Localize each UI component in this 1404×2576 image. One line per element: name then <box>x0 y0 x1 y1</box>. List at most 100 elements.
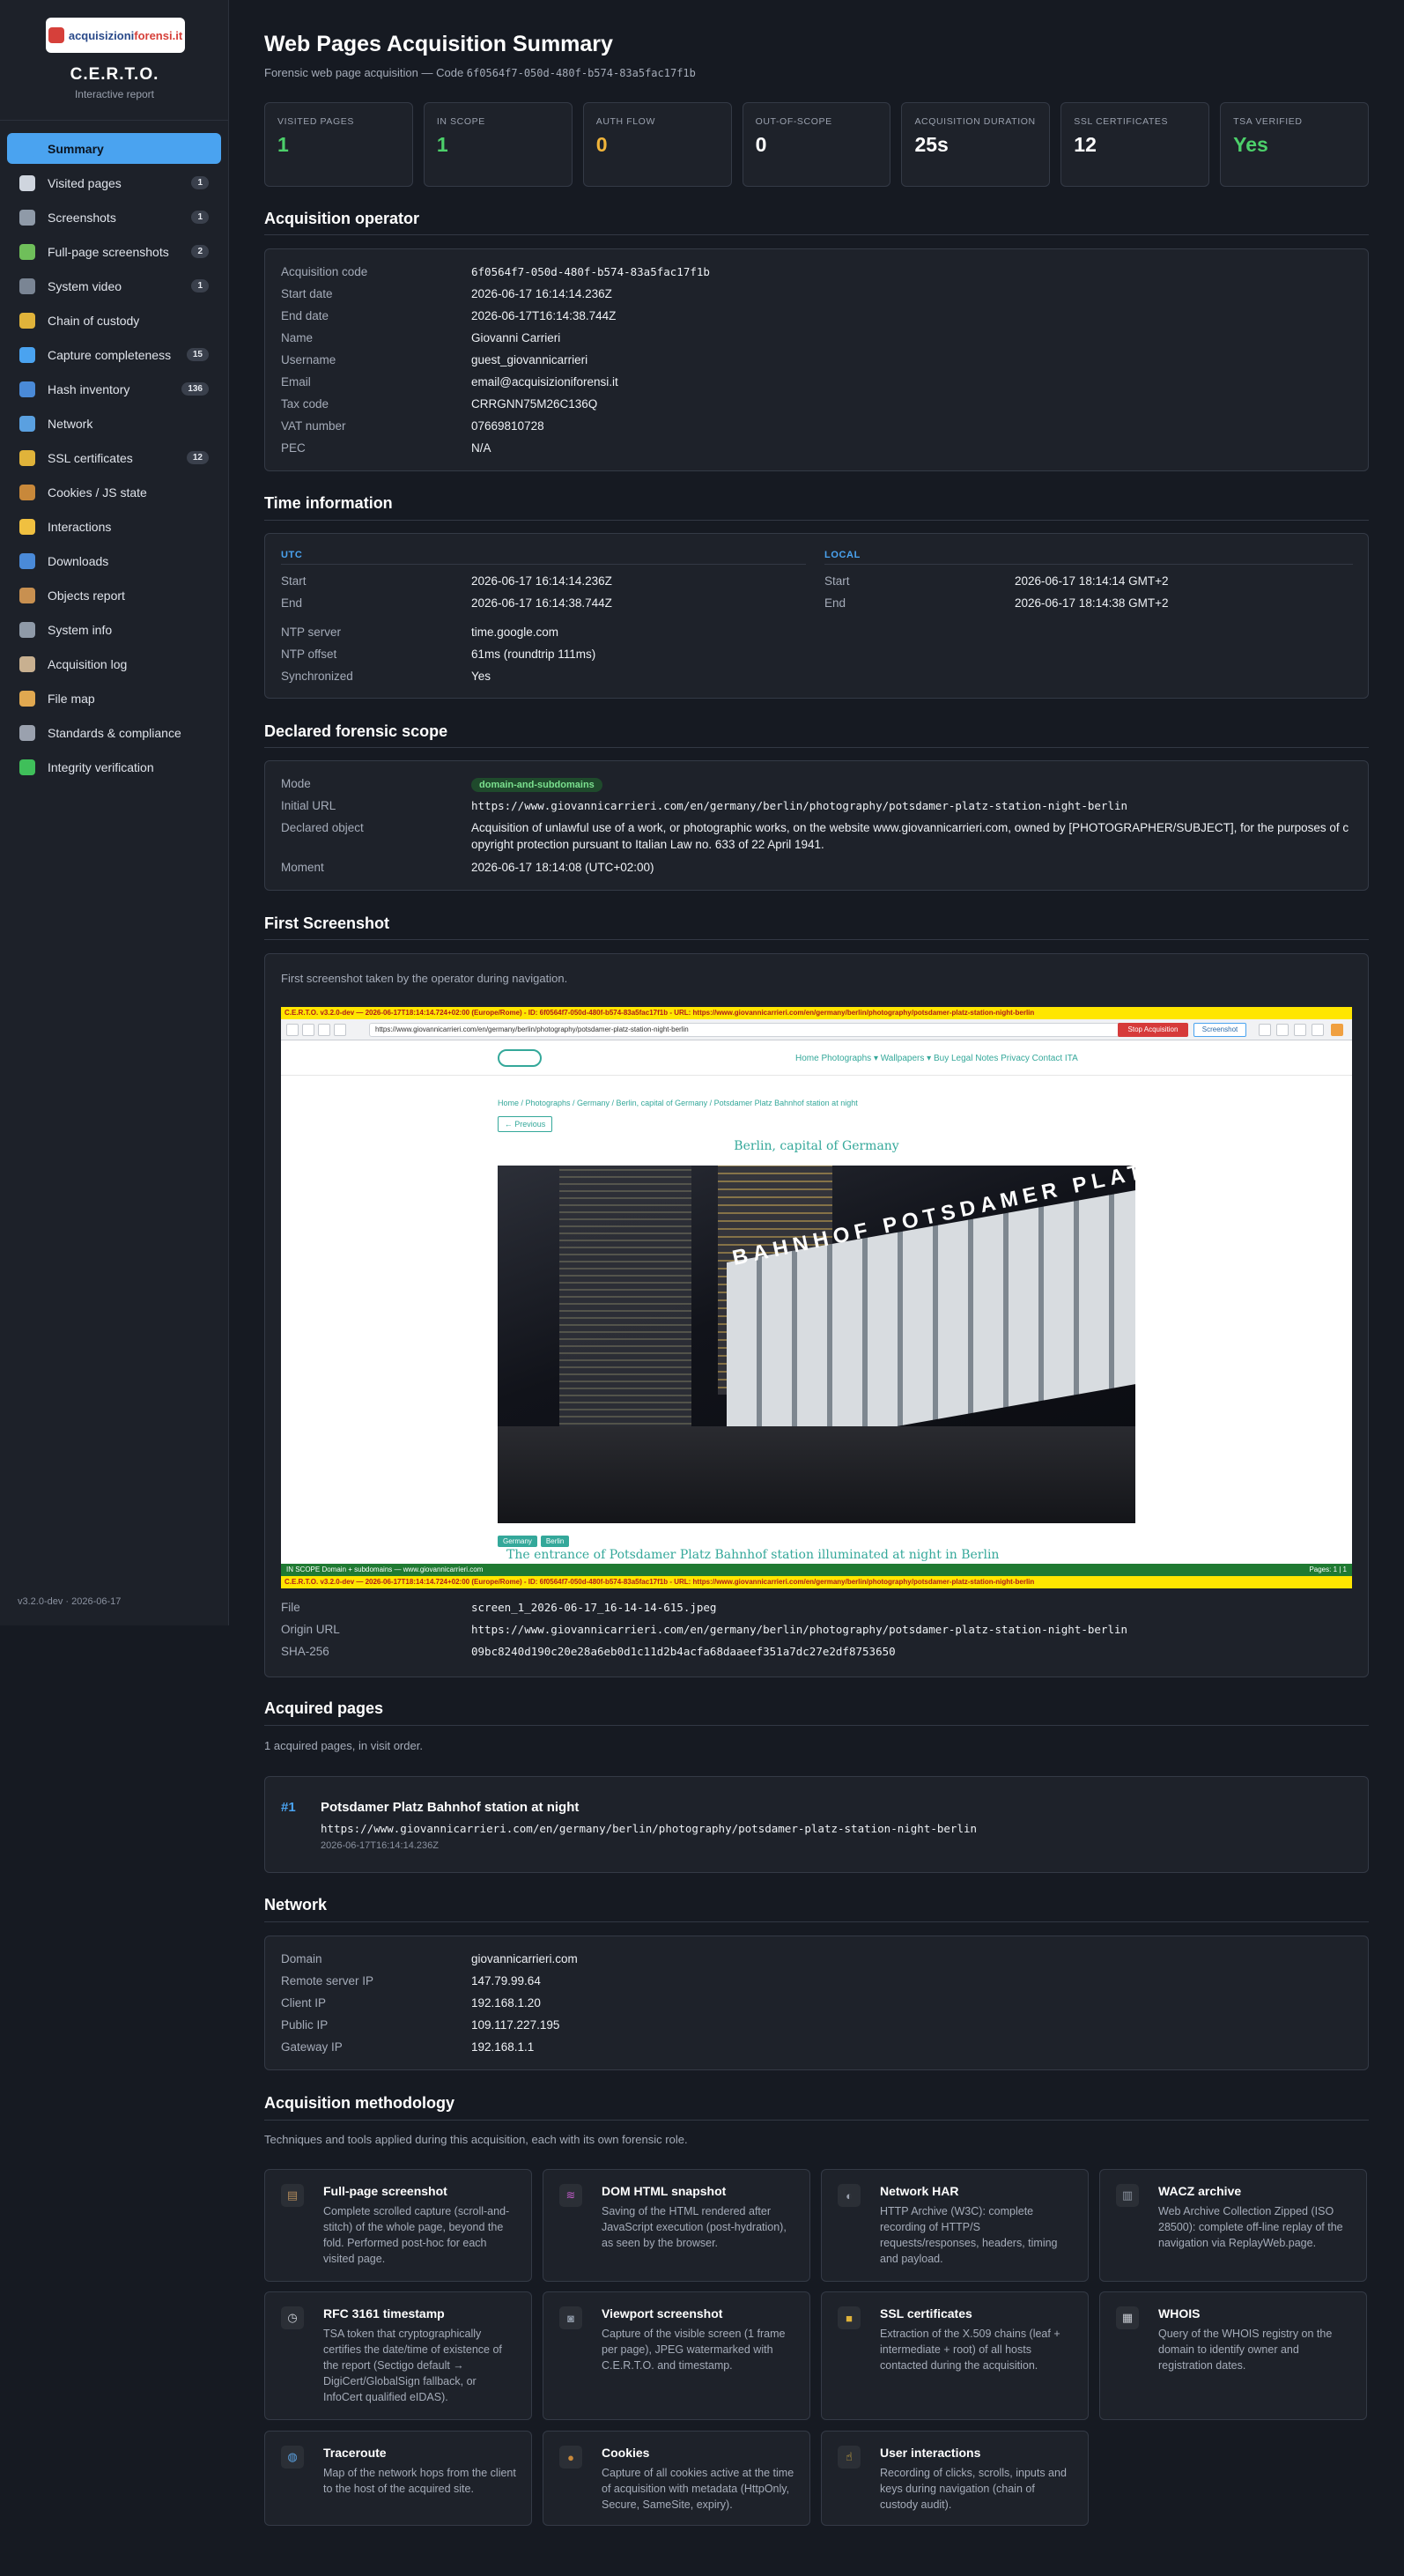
kv-value: 2026-06-17 18:14:38 GMT+2 <box>1015 596 1169 610</box>
stats-row: VISITED PAGES 1 IN SCOPE 1 AUTH FLOW 0 OUT-OF-… <box>264 102 1370 187</box>
site-tag: Germany <box>498 1536 537 1547</box>
count-badge: 1 <box>191 279 209 292</box>
sidebar-item-summary[interactable]: Summary <box>7 133 221 164</box>
sidebar-divider <box>0 120 229 121</box>
sidebar-item-standards-compliance[interactable]: Standards & compliance <box>7 717 221 748</box>
sidebar: acquisizioniforensi.it C.E.R.T.O. Intera… <box>0 0 229 1625</box>
kv-key: Start <box>281 574 307 588</box>
initial-url[interactable]: https://www.giovannicarrieri.com/en/germ… <box>471 799 1127 812</box>
sidebar-item-file-map[interactable]: File map <box>7 683 221 714</box>
globe-icon: ◍ <box>281 2446 304 2469</box>
local-column-header: LOCAL <box>824 550 861 560</box>
utc-column-header: UTC <box>281 550 303 560</box>
first-screenshot-card: First screenshot taken by the operator d… <box>264 953 1369 1677</box>
brand-logo: acquisizioniforensi.it <box>46 18 185 53</box>
camera-icon <box>19 209 35 226</box>
sidebar-item-interactions[interactable]: Interactions <box>7 511 221 542</box>
count-badge: 1 <box>191 176 209 189</box>
kv-key: NTP server <box>281 625 342 639</box>
sidebar-item-label: Objects report <box>48 588 125 603</box>
stat-card-acquisition-duration: ACQUISITION DURATION 25s <box>901 102 1051 187</box>
method-card-viewport-screenshot: ◙ Viewport screenshot Capture of the visib… <box>543 2291 810 2420</box>
screenshot-image[interactable]: C.E.R.T.O. v3.2.0-dev — 2026-06-17T18:14… <box>281 1007 1352 1588</box>
section-divider <box>264 520 1369 521</box>
kv-key: Domain <box>281 1952 322 1965</box>
method-desc: TSA token that cryptographically certifi… <box>323 2328 502 2403</box>
camera-icon: ◙ <box>559 2306 582 2329</box>
kv-value: 2026-06-17 18:14:14 GMT+2 <box>1015 574 1169 588</box>
site-caption: The entrance of Potsdamer Platz Bahnhof … <box>506 1548 1000 1562</box>
count-badge: 12 <box>186 451 209 464</box>
method-card-rfc-3161-timestamp: ◷ RFC 3161 timestamp TSA token that crypto… <box>264 2291 532 2420</box>
pages-counter: Pages: 1 | 1 <box>1309 1566 1347 1573</box>
section-divider <box>264 1921 1369 1922</box>
sidebar-item-network[interactable]: Network <box>7 408 221 439</box>
lock-icon <box>19 449 35 466</box>
kv-value: 61ms (roundtrip 111ms) <box>471 648 596 661</box>
sidebar-item-label: Interactions <box>48 519 112 534</box>
sidebar-item-acquisition-log[interactable]: Acquisition log <box>7 648 221 679</box>
card-index-icon: ▦ <box>1116 2306 1139 2329</box>
sidebar-item-ssl-certificates[interactable]: SSL certificates 12 <box>7 442 221 473</box>
gear-icon <box>1294 1024 1306 1036</box>
app-title: C.E.R.T.O. <box>70 65 159 84</box>
sidebar-item-downloads[interactable]: Downloads <box>7 545 221 576</box>
stat-label: VISITED PAGES <box>277 116 354 127</box>
kv-value: 6f0564f7-050d-480f-b574-83a5fac17f1b <box>471 265 710 278</box>
pointing-hand-icon <box>19 518 35 535</box>
sidebar-item-visited-pages[interactable]: Visited pages 1 <box>7 167 221 198</box>
method-title: Full-page screenshot <box>323 2184 447 2198</box>
kv-key: Username <box>281 353 336 366</box>
stat-label: OUT-OF-SCOPE <box>755 116 832 127</box>
kv-key: Public IP <box>281 2018 329 2032</box>
scope-card: Mode domain-and-subdomains Initial URL htt… <box>264 760 1369 891</box>
method-desc: Capture of the visible screen (1 frame p… <box>602 2328 786 2372</box>
network-card: Domain giovannicarrieri.com Remote server … <box>264 1936 1369 2070</box>
kv-key: End <box>824 596 846 610</box>
sidebar-item-label: Capture completeness <box>48 347 172 362</box>
kv-value: 2026-06-17 16:14:14.236Z <box>471 287 612 300</box>
sidebar-item-label: File map <box>48 691 95 706</box>
sidebar-item-system-info[interactable]: System info <box>7 614 221 645</box>
sidebar-item-capture-completeness[interactable]: Capture completeness 15 <box>7 339 221 370</box>
method-title: Cookies <box>602 2446 650 2460</box>
check-icon <box>19 759 35 775</box>
kv-value: 2026-06-17 16:14:14.236Z <box>471 574 612 588</box>
sidebar-item-system-video[interactable]: System video 1 <box>7 270 221 301</box>
station-photo: BAHNHOF POTSDAMER PLATZ <box>498 1166 1135 1523</box>
kv-value: 109.117.227.195 <box>471 2018 560 2032</box>
acquired-page-url[interactable]: https://www.giovannicarrieri.com/en/germ… <box>321 1822 977 1835</box>
column-divider <box>281 564 806 565</box>
globe-icon <box>19 415 35 432</box>
origin-url[interactable]: https://www.giovannicarrieri.com/en/germ… <box>471 1623 1127 1636</box>
sidebar-item-chain-of-custody[interactable]: Chain of custody <box>7 305 221 336</box>
toolbar-icon <box>1276 1024 1289 1036</box>
kv-key: Start date <box>281 287 333 300</box>
bar-chart-icon <box>19 140 35 157</box>
kv-value: Yes <box>471 670 491 683</box>
picture-icon <box>19 243 35 260</box>
shield-logo-icon <box>48 27 64 43</box>
sidebar-item-full-page-screenshots[interactable]: Full-page screenshots 2 <box>7 236 221 267</box>
sidebar-item-label: Visited pages <box>48 175 122 190</box>
stopwatch-icon: ◷ <box>281 2306 304 2329</box>
method-desc: Saving of the HTML rendered after JavaSc… <box>602 2205 787 2249</box>
kv-value: 07669810728 <box>471 419 544 433</box>
stat-card-tsa-verified: TSA VERIFIED Yes <box>1220 102 1370 187</box>
toolbar-icon <box>1331 1024 1343 1036</box>
sidebar-item-objects-report[interactable]: Objects report <box>7 580 221 611</box>
acquired-page-card[interactable]: #1 Potsdamer Platz Bahnhof station at ni… <box>264 1776 1369 1873</box>
pointing-hand-icon: ☝ <box>838 2446 861 2469</box>
forward-icon <box>302 1024 314 1036</box>
stop-acquisition-button: Stop Acquisition <box>1118 1023 1188 1037</box>
sidebar-item-hash-inventory[interactable]: Hash inventory 136 <box>7 374 221 404</box>
sidebar-item-cookies-js-state[interactable]: Cookies / JS state <box>7 477 221 507</box>
stat-value: 25s <box>914 133 949 156</box>
sidebar-item-screenshots[interactable]: Screenshots 1 <box>7 202 221 233</box>
screenshot-button: Screenshot <box>1193 1023 1246 1037</box>
lock-icon: ■ <box>838 2306 861 2329</box>
count-badge: 1 <box>191 211 209 224</box>
sidebar-item-integrity-verification[interactable]: Integrity verification <box>7 751 221 782</box>
dna-icon: ≋ <box>559 2184 582 2207</box>
browser-url: https://www.giovannicarrieri.com/en/germ… <box>369 1023 1144 1037</box>
